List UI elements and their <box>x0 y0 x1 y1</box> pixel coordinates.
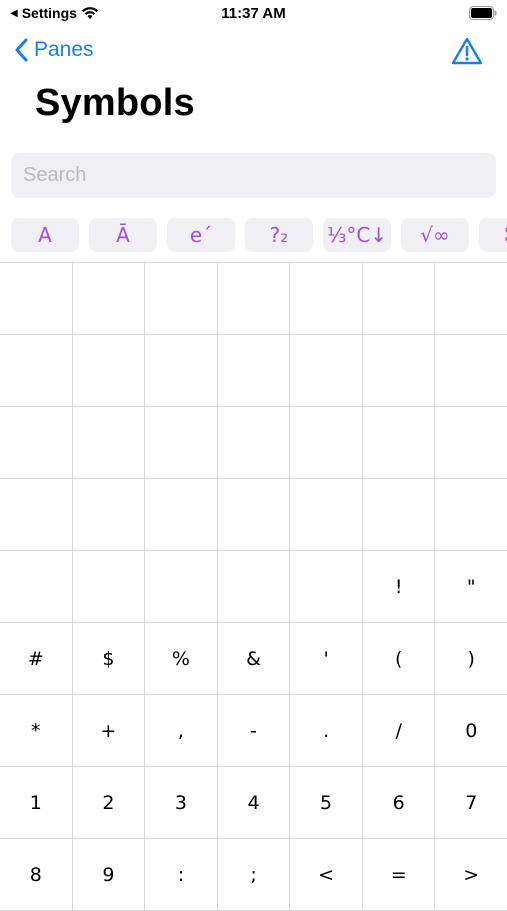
search-input[interactable] <box>21 163 485 188</box>
symbol-cell[interactable] <box>363 335 436 406</box>
symbol-cell[interactable]: > <box>435 839 507 910</box>
symbol-row <box>0 263 507 335</box>
symbol-cell[interactable] <box>435 407 507 478</box>
tab-punctuation[interactable]: ?₂ <box>245 218 313 252</box>
symbol-cell[interactable]: " <box>435 551 507 622</box>
symbol-cell[interactable]: 4 <box>218 767 291 838</box>
symbol-cell[interactable] <box>145 407 218 478</box>
tab-latin-extended[interactable]: Ā <box>89 218 157 252</box>
symbol-cell[interactable] <box>290 407 363 478</box>
symbol-cell[interactable] <box>290 263 363 334</box>
symbol-cell[interactable]: 7 <box>435 767 507 838</box>
symbol-cell[interactable] <box>218 263 291 334</box>
symbol-row: 1234567 <box>0 767 507 839</box>
symbol-cell[interactable] <box>218 479 291 550</box>
symbol-row <box>0 479 507 551</box>
symbol-cell[interactable] <box>73 263 146 334</box>
symbol-row: # $% & '() <box>0 623 507 695</box>
symbol-cell[interactable] <box>218 551 291 622</box>
symbol-cell[interactable] <box>218 335 291 406</box>
symbol-cell[interactable]: : <box>145 839 218 910</box>
symbol-cell[interactable] <box>290 551 363 622</box>
symbol-cell[interactable] <box>363 407 436 478</box>
symbol-row <box>0 407 507 479</box>
symbol-cell[interactable] <box>0 263 73 334</box>
category-tabs: A Ā e´ ?₂ ⅓°C↓ √∞ ⌘ <box>11 218 507 253</box>
symbol-cell[interactable] <box>73 407 146 478</box>
tab-technical[interactable]: ⌘ <box>479 218 507 252</box>
symbol-cell[interactable] <box>73 551 146 622</box>
symbol-cell[interactable] <box>145 263 218 334</box>
warning-icon[interactable] <box>451 36 483 66</box>
tab-math[interactable]: √∞ <box>401 218 469 252</box>
back-button-label: Panes <box>34 38 94 61</box>
symbol-cell[interactable] <box>73 335 146 406</box>
symbol-cell[interactable] <box>363 479 436 550</box>
battery-icon <box>469 6 497 20</box>
tab-accents[interactable]: e´ <box>167 218 235 252</box>
symbol-row: 8 9:; < = > <box>0 839 507 911</box>
symbol-cell[interactable]: / <box>363 695 436 766</box>
symbol-cell[interactable]: ( <box>363 623 436 694</box>
symbol-cell[interactable]: . <box>290 695 363 766</box>
symbol-cell[interactable]: 8 <box>0 839 73 910</box>
tab-units[interactable]: ⅓°C↓ <box>323 218 391 252</box>
symbol-cell[interactable]: $ <box>73 623 146 694</box>
symbol-cell[interactable]: , <box>145 695 218 766</box>
symbol-row <box>0 335 507 407</box>
symbol-cell[interactable]: * <box>0 695 73 766</box>
symbol-cell[interactable] <box>435 263 507 334</box>
symbol-cell[interactable] <box>290 479 363 550</box>
symbol-cell[interactable] <box>0 407 73 478</box>
symbol-cell[interactable] <box>435 479 507 550</box>
symbol-cell[interactable] <box>218 407 291 478</box>
symbol-cell[interactable]: 2 <box>73 767 146 838</box>
symbol-cell[interactable]: ) <box>435 623 507 694</box>
symbol-cell[interactable]: 0 <box>435 695 507 766</box>
symbol-cell[interactable]: 1 <box>0 767 73 838</box>
symbol-cell[interactable]: 3 <box>145 767 218 838</box>
symbol-cell[interactable]: + <box>73 695 146 766</box>
symbol-cell[interactable] <box>145 335 218 406</box>
symbol-cell[interactable]: < <box>290 839 363 910</box>
symbol-cell[interactable]: - <box>218 695 291 766</box>
symbol-cell[interactable] <box>0 479 73 550</box>
symbol-cell[interactable]: 5 <box>290 767 363 838</box>
page-title: Symbols <box>35 82 195 124</box>
chevron-left-icon <box>15 38 28 62</box>
symbol-cell[interactable] <box>145 551 218 622</box>
symbol-cell[interactable] <box>435 335 507 406</box>
symbol-cell[interactable]: 9 <box>73 839 146 910</box>
symbol-cell[interactable] <box>0 335 73 406</box>
symbol-cell[interactable] <box>145 479 218 550</box>
symbol-cell[interactable]: 6 <box>363 767 436 838</box>
symbol-cell[interactable] <box>363 263 436 334</box>
symbol-cell[interactable]: # <box>0 623 73 694</box>
symbol-cell[interactable] <box>0 551 73 622</box>
symbol-cell[interactable]: ' <box>290 623 363 694</box>
symbol-row: ! " <box>0 551 507 623</box>
symbol-cell[interactable]: & <box>218 623 291 694</box>
symbol-cell[interactable]: % <box>145 623 218 694</box>
tab-latin[interactable]: A <box>11 218 79 252</box>
back-button[interactable]: Panes <box>14 38 94 62</box>
symbol-cell[interactable]: ; <box>218 839 291 910</box>
symbol-cell[interactable]: = <box>363 839 436 910</box>
symbol-cell[interactable] <box>290 335 363 406</box>
symbol-cell[interactable]: ! <box>363 551 436 622</box>
symbol-cell[interactable] <box>73 479 146 550</box>
search-field[interactable] <box>11 153 496 198</box>
symbol-grid: ! " # $% & '() * +, -./0 1 2 3 4 5 6 7 8 9:; < = > <box>0 262 507 911</box>
status-bar: ◀ Settings 11:37 AM <box>0 0 507 28</box>
symbol-row: * +, -./0 <box>0 695 507 767</box>
status-time: 11:37 AM <box>221 5 286 22</box>
